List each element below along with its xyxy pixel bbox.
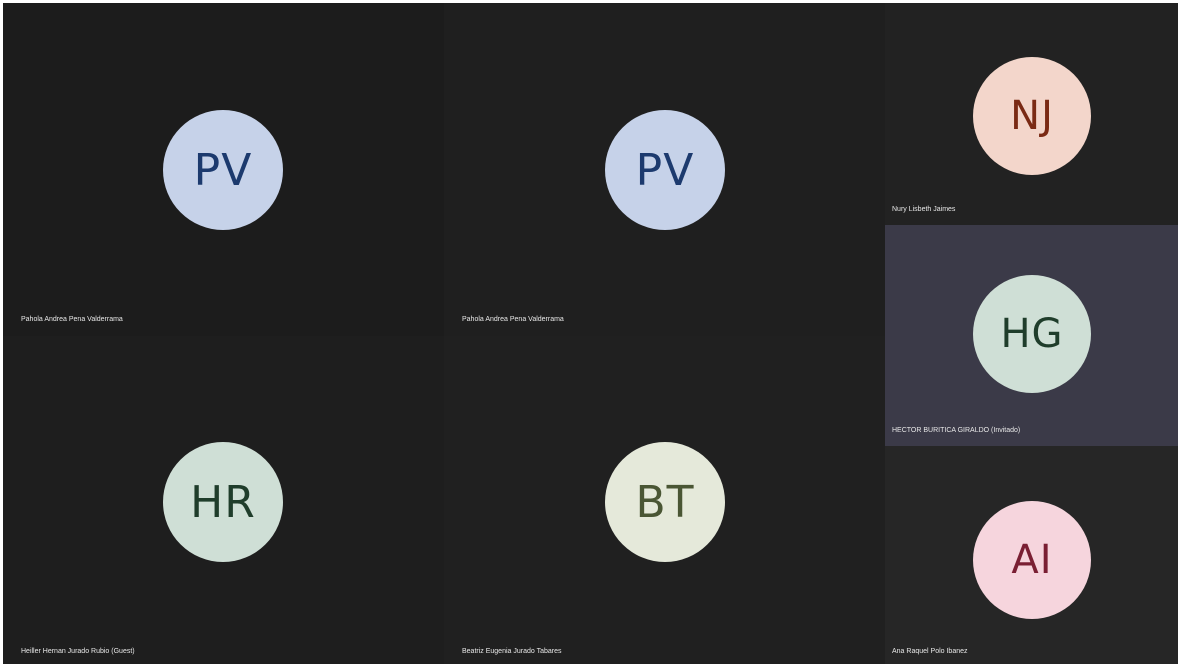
participant-name: Heiller Hernan Jurado Rubio (Guest)	[21, 648, 135, 655]
participant-name: HECTOR BURITICA GIRALDO (Invitado)	[892, 427, 1021, 434]
participant-name: Ana Raquel Polo Ibanez	[892, 648, 968, 655]
meeting-gallery: PV Pahola Andrea Pena Valderrama PV Paho…	[3, 3, 1178, 664]
avatar: PV	[163, 110, 283, 230]
participant-tile[interactable]: HG HECTOR BURITICA GIRALDO (Invitado)	[885, 225, 1178, 446]
participant-tile[interactable]: NJ Nury Lisbeth Jaimes	[885, 3, 1178, 225]
participant-name: Beatriz Eugenia Jurado Tabares	[462, 648, 562, 655]
participant-name: Pahola Andrea Pena Valderrama	[462, 316, 564, 323]
participant-tile[interactable]: PV Pahola Andrea Pena Valderrama	[444, 3, 885, 336]
avatar: NJ	[973, 57, 1091, 175]
participant-tile[interactable]: BT Beatriz Eugenia Jurado Tabares	[444, 336, 885, 664]
avatar: BT	[605, 442, 725, 562]
participant-tile[interactable]: AI Ana Raquel Polo Ibanez	[885, 446, 1178, 664]
participant-name: Pahola Andrea Pena Valderrama	[21, 316, 123, 323]
avatar: PV	[605, 110, 725, 230]
avatar: HR	[163, 442, 283, 562]
avatar: AI	[973, 501, 1091, 619]
participant-tile[interactable]: HR Heiller Hernan Jurado Rubio (Guest)	[3, 336, 444, 664]
avatar: HG	[973, 275, 1091, 393]
participant-tile[interactable]: PV Pahola Andrea Pena Valderrama	[3, 3, 444, 336]
participant-name: Nury Lisbeth Jaimes	[892, 206, 956, 213]
